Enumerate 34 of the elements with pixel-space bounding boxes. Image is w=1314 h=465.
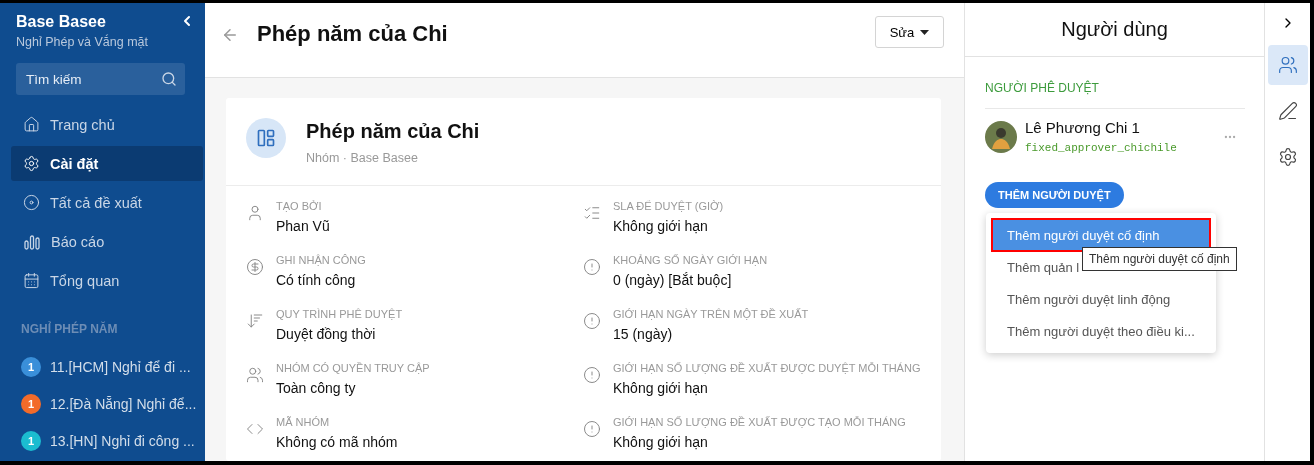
app-title: Base Basee bbox=[16, 13, 106, 31]
app-subtitle: Nghỉ Phép và Vắng mặt bbox=[15, 33, 150, 49]
panel-title: Người dùng bbox=[965, 3, 1264, 57]
field-value: Không giới hạn bbox=[613, 218, 709, 234]
field-value: Không giới hạn bbox=[613, 380, 709, 396]
field-value: Không có mã nhóm bbox=[276, 434, 398, 450]
approver-code: fixed_approver_chichile bbox=[1025, 142, 1178, 154]
field-label: GHI NHẬN CÔNG bbox=[276, 254, 366, 266]
tooltip: Thêm người duyệt cố định bbox=[1082, 247, 1237, 271]
field-label: MÃ NHÓM bbox=[276, 416, 331, 428]
field-label: GIỚI HẠN SỐ LƯỢNG ĐỀ XUẤT ĐƯỢC TẠO MỖI THÁNG bbox=[613, 416, 906, 428]
field-value: Toàn công ty bbox=[276, 380, 357, 396]
field-value: Phan Vũ bbox=[276, 218, 330, 234]
field-label: SLA ĐỂ DUYỆT (GIỜ) bbox=[613, 200, 724, 212]
field-label: TẠO BỞI bbox=[276, 200, 323, 212]
count-badge: 1 bbox=[21, 393, 41, 414]
field-label: GIỚI HẠN SỐ LƯỢNG ĐỀ XUẤT ĐƯỢC DUYỆT MỖI THÁNG bbox=[613, 362, 921, 374]
field-label: QUY TRÌNH PHÊ DUYỆT bbox=[276, 308, 403, 320]
card-subtitle: Nhóm · Base Basee bbox=[306, 151, 419, 165]
field-value: Có tính công bbox=[276, 272, 357, 288]
field-value: Không giới hạn bbox=[613, 434, 709, 450]
count-badge: 1 bbox=[21, 356, 41, 377]
card-title: Phép năm của Chi bbox=[306, 120, 480, 143]
section-heading: NGHỈ PHÉP NĂM bbox=[20, 320, 119, 338]
field-label: GIỚI HẠN NGÀY TRÊN MỘT ĐỀ XUẤT bbox=[613, 308, 809, 320]
approver-name: Lê Phương Chi 1 bbox=[1025, 119, 1141, 136]
section-heading: NGƯỜI PHÊ DUYỆT bbox=[985, 81, 1245, 109]
field-label: KHOẢNG SỐ NGÀY GIỚI HẠN bbox=[613, 254, 768, 266]
field-value: Duyệt đồng thời bbox=[276, 326, 377, 342]
count-badge: 1 bbox=[21, 430, 41, 451]
page-title: Phép năm của Chi bbox=[257, 20, 449, 47]
field-value: 0 (ngày) [Bắt buộc] bbox=[613, 272, 733, 288]
field-value: 15 (ngày) bbox=[613, 326, 674, 342]
field-label: NHÓM CÓ QUYỀN TRUY CẬP bbox=[276, 362, 430, 374]
